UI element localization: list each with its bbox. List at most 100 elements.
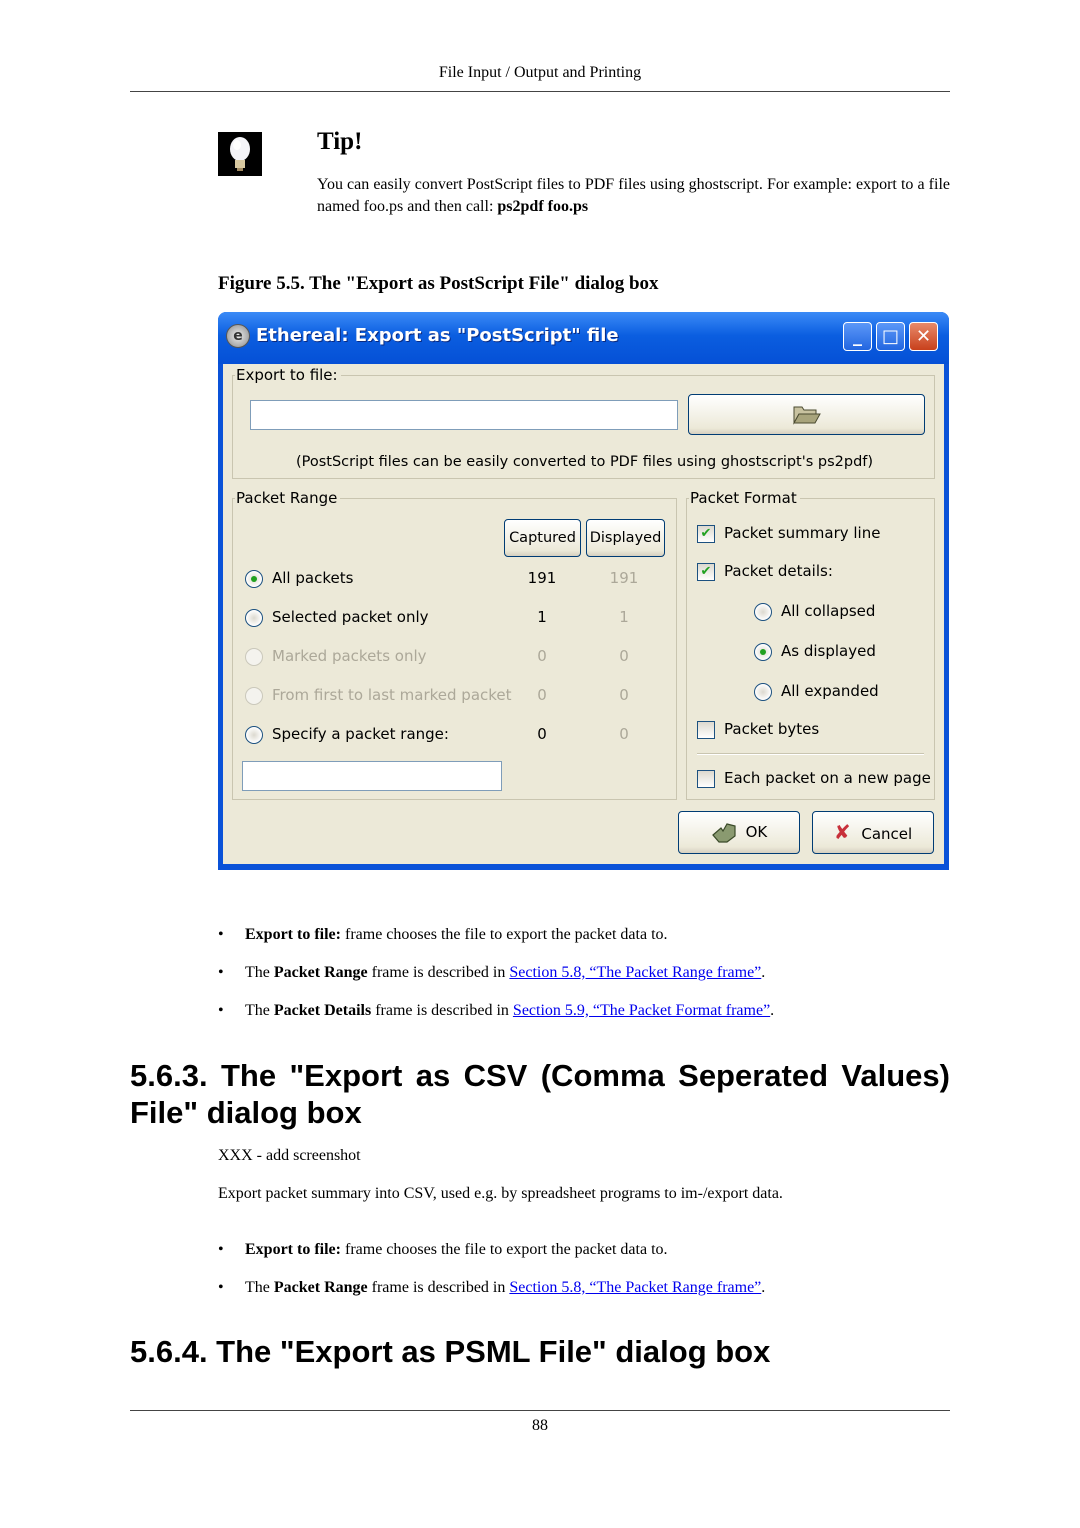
detail-radio[interactable] [754, 683, 772, 701]
bullet-pre: The [245, 964, 274, 981]
details-check-box[interactable]: ✔ [697, 563, 715, 581]
bullet-pre: The [245, 1279, 274, 1296]
export-to-file-legend: Export to file: [235, 366, 341, 384]
bullet-bold: Packet Range [273, 1279, 368, 1296]
detail-option-label: All collapsed [781, 602, 876, 620]
captured-count: 0 [537, 647, 547, 665]
bytes-check-box[interactable] [697, 721, 715, 739]
folder-open-icon [792, 406, 821, 425]
dialog-title: Ethereal: Export as "PostScript" file [256, 325, 619, 346]
packet-range-row: Marked packets only 0 0 [245, 647, 665, 667]
detail-radio[interactable] [754, 603, 772, 621]
packet-format-frame: Packet Format ✔ Packet summary line ✔ Pa… [686, 489, 935, 800]
export-to-file-frame: Export to file: (PostScript files can be… [232, 366, 935, 479]
tip-title: Tip! [317, 128, 363, 155]
displayed-count: 0 [619, 725, 629, 743]
section-5-6-3-heading: 5.6.3. The "Export as CSV (Comma Seperat… [130, 1058, 950, 1130]
packet-range-label: All packets [272, 569, 354, 587]
export-file-input[interactable] [250, 400, 678, 430]
dialog-client-area: Export to file: (PostScript files can be… [223, 364, 944, 864]
packet-range-legend: Packet Range [235, 489, 341, 507]
packet-range-row[interactable]: All packets 191 191 [245, 569, 665, 589]
captured-count: 0 [537, 725, 547, 743]
section-link[interactable]: Section 5.8, “The Packet Range frame” [509, 1279, 761, 1296]
browse-button[interactable] [688, 394, 925, 435]
new-page-check-box[interactable] [697, 770, 715, 788]
detail-radio[interactable] [754, 643, 772, 661]
header-rule [130, 91, 950, 92]
bullet-text: Export to file: frame chooses the file t… [245, 1241, 668, 1259]
packet-range-frame: Packet Range Captured Displayed All pack… [232, 489, 677, 800]
lightbulb-icon [218, 132, 262, 176]
title-bar: e Ethereal: Export as "PostScript" file … [218, 312, 949, 364]
packet-range-label: Specify a packet range: [272, 725, 449, 743]
packet-range-label: Marked packets only [272, 647, 427, 665]
packet-range-row[interactable]: Selected packet only 1 1 [245, 608, 665, 628]
captured-count: 1 [537, 608, 547, 626]
ok-hand-icon [711, 822, 736, 843]
ok-button[interactable]: OK [678, 811, 800, 854]
displayed-count: 191 [609, 569, 639, 587]
packet-range-row[interactable]: Specify a packet range: 0 0 [245, 725, 665, 745]
cancel-x-icon: ✘ [833, 820, 851, 844]
bullet-bold: Export to file: [245, 1241, 341, 1258]
bullet-body: frame is described in [371, 1002, 513, 1019]
section-link[interactable]: Section 5.9, “The Packet Format frame” [513, 1002, 770, 1019]
minimize-button[interactable]: _ [843, 322, 872, 351]
cancel-button[interactable]: ✘ Cancel [812, 811, 934, 854]
packet-range-input[interactable] [242, 761, 502, 791]
packet-format-legend: Packet Format [689, 489, 800, 507]
bullet-dot: • [218, 1241, 224, 1258]
summary-check-box[interactable]: ✔ [697, 525, 715, 543]
ps2pdf-hint: (PostScript files can be easily converte… [295, 454, 874, 470]
packet-range-radio[interactable] [245, 570, 263, 588]
bullet-dot: • [218, 1279, 224, 1296]
packet-range-radio [245, 687, 263, 705]
bullet-bold: Export to file: [245, 926, 341, 943]
bullet-body: frame is described in [367, 1279, 510, 1296]
close-button[interactable]: ✕ [909, 322, 938, 351]
export-postscript-dialog: e Ethereal: Export as "PostScript" file … [218, 312, 949, 870]
maximize-button[interactable]: □ [876, 322, 905, 351]
format-separator [697, 753, 924, 755]
bullet-bold: Packet Range [273, 964, 368, 981]
detail-option-label: All expanded [781, 682, 879, 700]
packet-range-radio[interactable] [245, 726, 263, 744]
displayed-button[interactable]: Displayed [586, 519, 665, 557]
bullet-post: . [770, 1002, 775, 1019]
cancel-label: Cancel [861, 825, 913, 843]
bullet-post: . [761, 964, 766, 981]
tip-body: You can easily convert PostScript files … [317, 176, 950, 215]
tip-text: You can easily convert PostScript files … [317, 174, 950, 218]
section-5-6-3-description: Export packet summary into CSV, used e.g… [218, 1185, 783, 1202]
captured-button[interactable]: Captured [504, 519, 581, 557]
section-5-6-4-heading: 5.6.4. The "Export as PSML File" dialog … [130, 1334, 771, 1369]
running-header: File Input / Output and Printing [438, 64, 642, 81]
section-link[interactable]: Section 5.8, “The Packet Range frame” [509, 964, 761, 981]
bullet-post: . [761, 1279, 766, 1296]
each-packet-new-page-label: Each packet on a new page [724, 769, 931, 787]
figure-caption: Figure 5.5. The "Export as PostScript Fi… [218, 273, 659, 294]
bullet-dot: • [218, 926, 224, 943]
captured-count: 0 [537, 686, 547, 704]
displayed-count: 0 [619, 686, 629, 704]
packet-summary-line-label: Packet summary line [724, 524, 881, 542]
bullet-text: The Packet Details frame is described in… [245, 1002, 774, 1020]
bullet-bold: Packet Details [273, 1002, 372, 1019]
packet-range-label: Selected packet only [272, 608, 429, 626]
bullet-text: Export to file: frame chooses the file t… [245, 926, 668, 944]
section-5-6-3-note: XXX - add screenshot [218, 1147, 361, 1164]
packet-range-row: From first to last marked packet 0 0 [245, 686, 665, 706]
bullet-body: frame is described in [367, 964, 510, 981]
packet-range-radio[interactable] [245, 609, 263, 627]
page-number: 88 [532, 1417, 548, 1434]
packet-range-label: From first to last marked packet [272, 686, 512, 704]
captured-count: 191 [527, 569, 557, 587]
bullet-text: The Packet Range frame is described in S… [245, 964, 765, 982]
bullet-text: The Packet Range frame is described in S… [245, 1279, 765, 1297]
bullet-body: frame chooses the file to export the pac… [340, 926, 668, 943]
footer-rule [130, 1410, 950, 1411]
bullet-dot: • [218, 1002, 224, 1019]
packet-bytes-label: Packet bytes [724, 720, 820, 738]
displayed-count: 1 [619, 608, 629, 626]
